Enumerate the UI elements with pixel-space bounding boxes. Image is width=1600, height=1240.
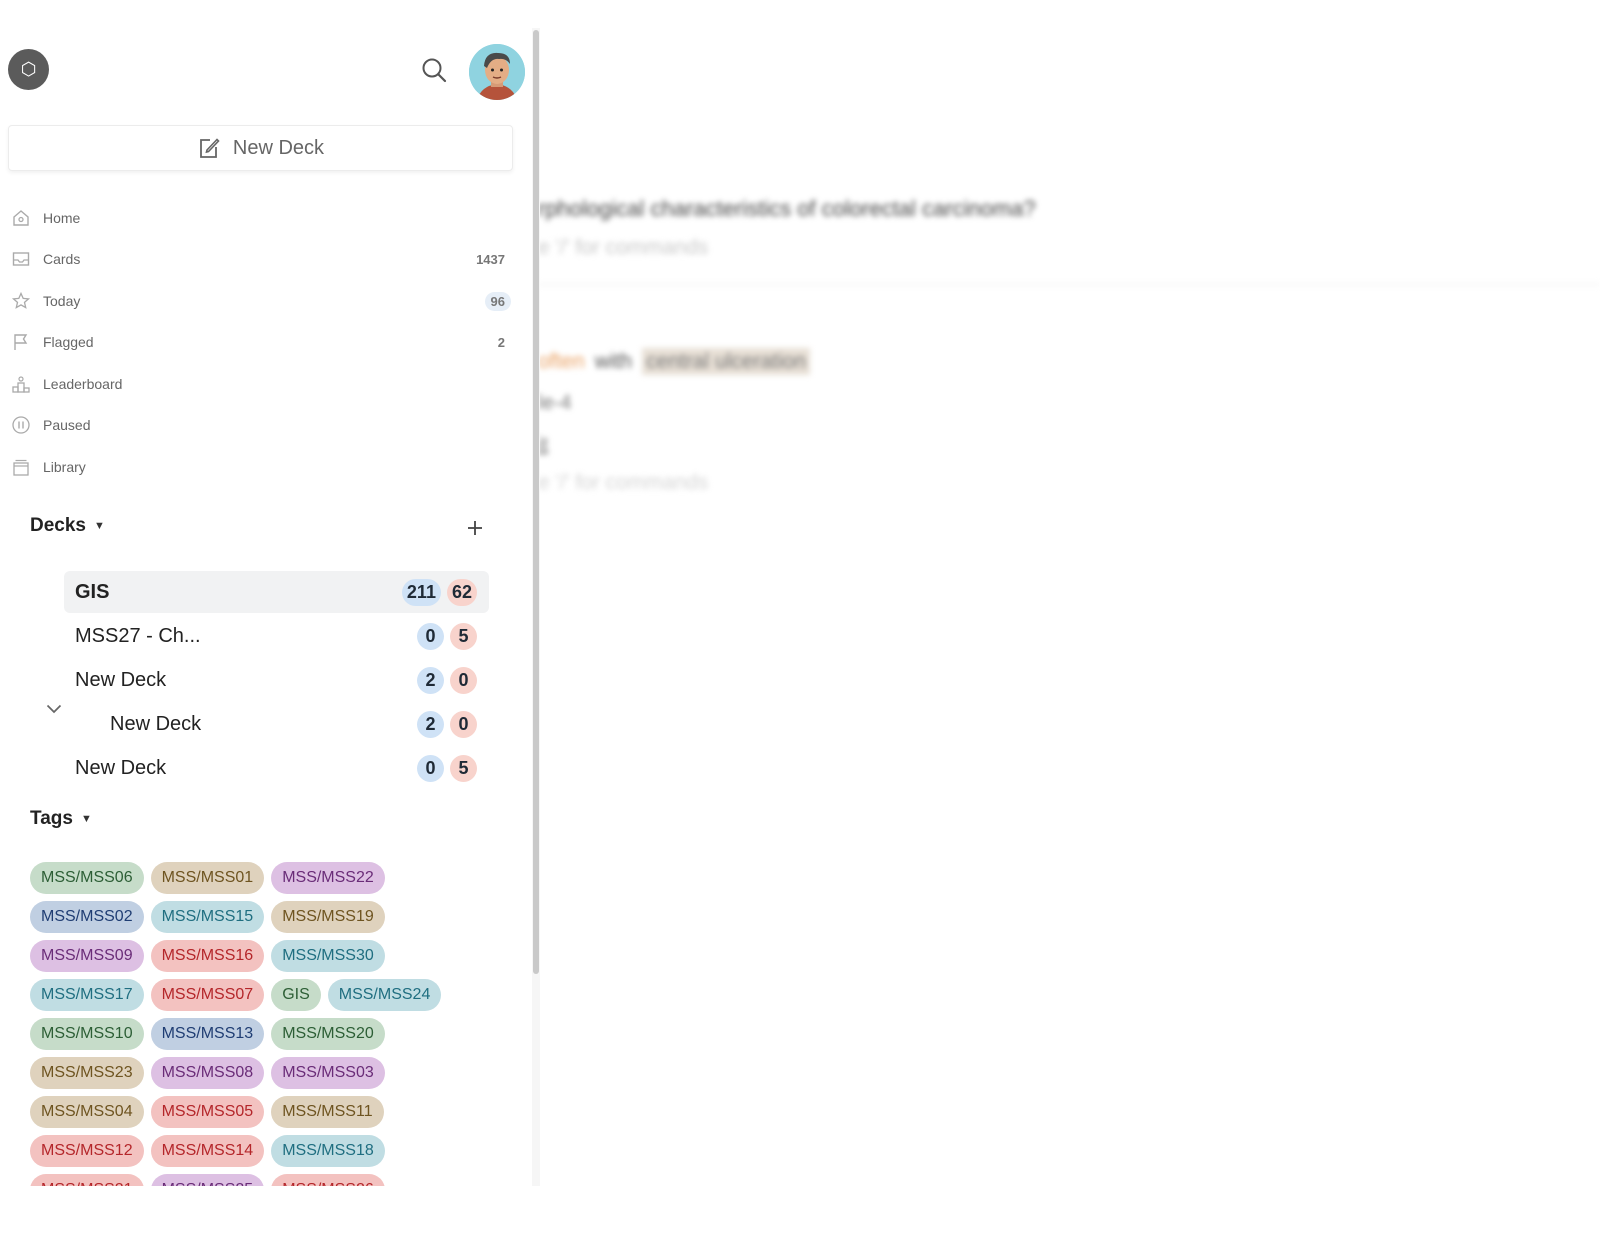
sidebar-item-label: Cards <box>43 251 81 267</box>
flag-icon <box>10 331 32 353</box>
sidebar-item-label: Paused <box>43 417 91 433</box>
tag-chip[interactable]: MSS/MSS18 <box>271 1135 385 1167</box>
sidebar-item-flagged[interactable]: Flagged 2 <box>8 324 513 360</box>
tag-chip[interactable]: MSS/MSS10 <box>30 1018 144 1050</box>
sidebar-item-label: Leaderboard <box>43 376 123 392</box>
answer-line: le-4 <box>538 392 572 414</box>
tag-chip[interactable]: GIS <box>271 979 321 1011</box>
star-icon <box>10 290 32 312</box>
deck-item[interactable]: MSS27 - Ch... 0 5 <box>64 615 489 657</box>
avatar[interactable] <box>469 44 525 100</box>
deck-label: New Deck <box>75 756 167 779</box>
card-answer[interactable]: often with central ulceration <box>538 348 810 375</box>
tag-chip[interactable]: MSS/MSS26 <box>271 1174 385 1186</box>
answer-text: with <box>594 350 633 373</box>
tag-chip[interactable]: MSS/MSS16 <box>150 940 265 972</box>
sidebar-item-label: Home <box>43 210 81 226</box>
new-deck-button[interactable]: New Deck <box>8 125 513 171</box>
deck-due-count: 0 <box>450 710 477 738</box>
tags-list: MSS/MSS06 MSS/MSS01 MSS/MSS22 MSS/MSS02 … <box>30 862 500 1186</box>
edit-icon <box>200 138 220 158</box>
tag-chip[interactable]: MSS/MSS11 <box>271 1096 384 1128</box>
inbox-icon <box>10 248 32 270</box>
tag-chip[interactable]: MSS/MSS24 <box>327 979 442 1011</box>
plus-icon <box>468 521 482 535</box>
app-logo-icon[interactable]: ⬡ <box>8 49 49 90</box>
tag-chip[interactable]: MSS/MSS17 <box>30 979 144 1011</box>
podium-icon <box>10 373 32 395</box>
tag-chip[interactable]: MSS/MSS07 <box>150 979 265 1011</box>
tags-title: Tags <box>30 808 73 829</box>
tag-chip[interactable]: MSS/MSS02 <box>30 901 144 933</box>
tags-section-toggle[interactable]: Tags ▼ <box>30 808 92 830</box>
sidebar-item-home[interactable]: Home <box>8 200 513 236</box>
deck-item[interactable]: New Deck 2 0 <box>64 659 489 701</box>
flagged-count: 2 <box>497 334 505 350</box>
command-hint: e '/' for commands <box>538 471 709 494</box>
tag-chip[interactable]: MSS/MSS13 <box>150 1018 265 1050</box>
tag-chip[interactable]: MSS/MSS06 <box>30 862 144 894</box>
pause-icon <box>10 414 32 436</box>
tag-chip[interactable]: MSS/MSS05 <box>150 1096 265 1128</box>
deck-label: MSS27 - Ch... <box>75 624 201 647</box>
deck-new-count: 0 <box>417 622 444 650</box>
tag-chip[interactable]: MSS/MSS23 <box>30 1057 144 1089</box>
editor-divider <box>538 284 1600 285</box>
tag-chip[interactable]: MSS/MSS19 <box>271 901 385 933</box>
sidebar-item-paused[interactable]: Paused <box>8 407 513 443</box>
add-deck-button[interactable] <box>466 518 484 542</box>
tag-chip[interactable]: MSS/MSS14 <box>150 1135 265 1167</box>
sidebar-scrollbar-thumb[interactable] <box>533 30 539 974</box>
caret-down-icon: ▼ <box>94 520 105 532</box>
sidebar: ⬡ New Deck Home Cards 1437 Today 96 Flag… <box>0 28 532 1186</box>
deck-label: New Deck <box>75 668 167 691</box>
sidebar-item-leaderboard[interactable]: Leaderboard <box>8 366 513 402</box>
deck-due-count: 5 <box>450 754 477 782</box>
deck-new-count: 211 <box>401 578 441 606</box>
tag-chip[interactable]: MSS/MSS01 <box>150 862 265 894</box>
subdeck-item[interactable]: New Deck 2 0 <box>64 703 489 745</box>
tag-chip[interactable]: MSS/MSS03 <box>271 1057 385 1089</box>
cards-count: 1437 <box>476 251 505 267</box>
tag-chip[interactable]: MSS/MSS12 <box>30 1135 144 1167</box>
tag-chip[interactable]: MSS/MSS04 <box>30 1096 144 1128</box>
answer-keyword: often <box>538 350 585 373</box>
deck-new-count: 2 <box>417 666 444 694</box>
deck-item[interactable]: New Deck 0 5 <box>64 747 489 789</box>
tag-chip[interactable]: MSS/MSS25 <box>150 1174 265 1186</box>
deck-new-count: 2 <box>417 710 444 738</box>
decks-title: Decks <box>30 515 86 536</box>
deck-due-count: 0 <box>450 666 477 694</box>
deck-due-count: 62 <box>446 578 477 606</box>
sidebar-item-label: Today <box>43 293 81 309</box>
new-deck-label: New Deck <box>232 136 325 159</box>
deck-item[interactable]: GIS 211 62 <box>64 571 489 613</box>
tag-chip[interactable]: MSS/MSS09 <box>30 940 144 972</box>
search-icon[interactable] <box>420 56 448 84</box>
tag-chip[interactable]: MSS/MSS30 <box>271 940 385 972</box>
tag-chip[interactable]: MSS/MSS21 <box>30 1174 144 1186</box>
card-question[interactable]: rphological characteristics of colorecta… <box>538 196 1036 222</box>
decks-section-toggle[interactable]: Decks ▼ <box>30 515 105 537</box>
sidebar-item-label: Flagged <box>43 334 94 350</box>
chevron-down-icon[interactable] <box>46 701 62 719</box>
tag-chip[interactable]: MSS/MSS08 <box>150 1057 265 1089</box>
deck-label: New Deck <box>110 712 202 735</box>
tag-chip[interactable]: MSS/MSS22 <box>271 862 385 894</box>
home-icon <box>10 207 32 229</box>
sidebar-item-cards[interactable]: Cards 1437 <box>8 241 513 277</box>
deck-due-count: 5 <box>450 622 477 650</box>
today-count-badge: 96 <box>484 291 511 311</box>
deck-label: GIS <box>75 580 110 603</box>
tag-chip[interactable]: MSS/MSS15 <box>150 901 265 933</box>
library-icon <box>10 456 32 478</box>
command-hint: e '/' for commands <box>538 236 709 259</box>
tag-chip[interactable]: MSS/MSS20 <box>271 1018 385 1050</box>
sidebar-item-today[interactable]: Today 96 <box>8 283 513 319</box>
deck-new-count: 0 <box>417 754 444 782</box>
answer-highlight: central ulceration <box>642 348 810 375</box>
sidebar-item-library[interactable]: Library <box>8 449 513 485</box>
sidebar-item-label: Library <box>43 459 86 475</box>
caret-down-icon: ▼ <box>80 813 92 825</box>
